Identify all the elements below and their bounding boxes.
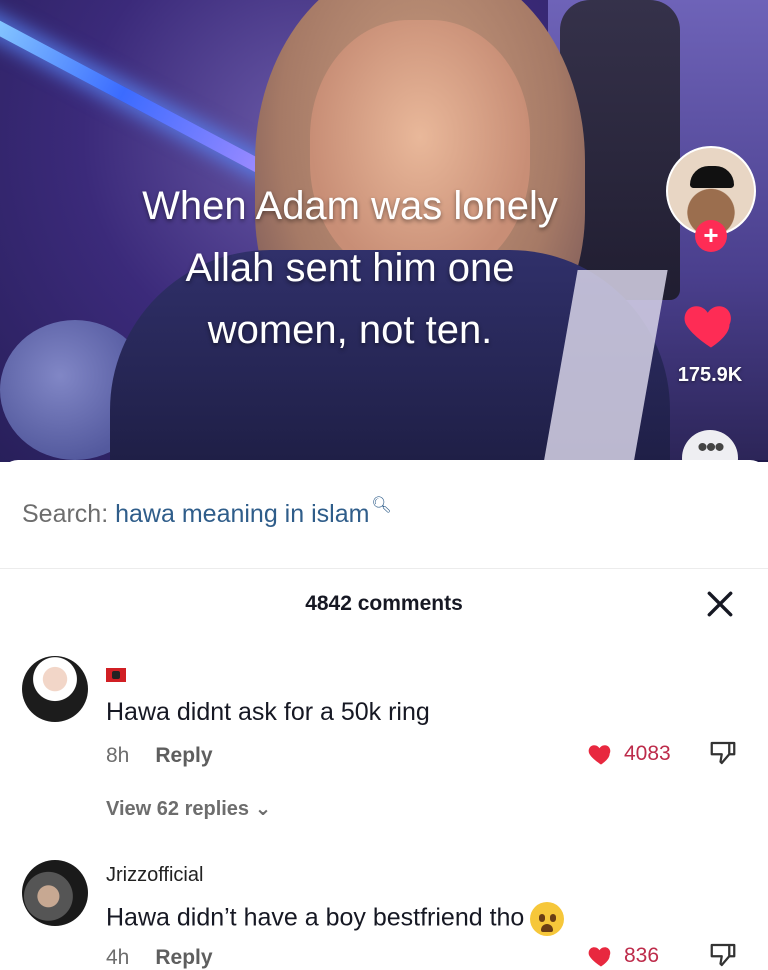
caption-line-2: Allah sent him one: [185, 246, 515, 290]
view-replies-button[interactable]: View 62 replies ⌄: [106, 796, 271, 821]
comments-sheet: Search: hawa meaning in islam 🔍︎ 4842 com…: [0, 460, 768, 969]
caption-line-3: women, not ten.: [207, 308, 493, 352]
search-label: Search:: [22, 500, 109, 528]
view-replies-label: View 62 replies: [106, 798, 250, 820]
comment-meta: 8h Reply: [106, 744, 213, 768]
flag-icon: [106, 668, 126, 682]
comment-time: 8h: [106, 744, 130, 767]
comments-count: 4842 comments: [305, 592, 463, 615]
reply-button[interactable]: Reply: [155, 744, 212, 767]
comment-like-button[interactable]: 4083: [586, 740, 671, 768]
comment-like-count: 836: [624, 944, 660, 967]
search-suggestion[interactable]: Search: hawa meaning in islam 🔍︎: [22, 497, 392, 529]
video-caption: When Adam was lonely Allah sent him one …: [70, 175, 630, 361]
video-player[interactable]: When Adam was lonely Allah sent him one …: [0, 0, 768, 462]
search-icon: 🔍︎: [371, 497, 392, 514]
follow-button[interactable]: +: [695, 220, 727, 252]
reply-button[interactable]: Reply: [155, 946, 212, 969]
dislike-icon[interactable]: [708, 738, 738, 768]
heart-icon: [588, 745, 611, 765]
comment-meta: 4h Reply: [106, 946, 213, 970]
crying-emoji-icon: [530, 902, 565, 936]
search-term-link[interactable]: hawa meaning in islam: [115, 500, 369, 528]
comment-like-button[interactable]: 836: [586, 942, 659, 970]
comment-text: Hawa didnt ask for a 50k ring: [106, 698, 430, 726]
divider: [0, 568, 768, 569]
close-icon[interactable]: [704, 588, 736, 620]
commenter-avatar[interactable]: [22, 656, 88, 722]
comment-username[interactable]: Jrizzofficial: [106, 864, 203, 887]
heart-icon: [588, 947, 611, 967]
commenter-avatar[interactable]: [22, 860, 88, 926]
comment-text-body: Hawa didn’t have a boy bestfriend tho: [106, 903, 525, 932]
like-count: 175.9K: [677, 364, 743, 386]
comment-time: 4h: [106, 946, 130, 969]
comment-text: Hawa didn’t have a boy bestfriend tho: [106, 902, 565, 936]
led-light-strip: [0, 10, 272, 178]
cap-icon: [690, 166, 734, 188]
caption-line-1: When Adam was lonely: [142, 184, 558, 228]
dislike-icon[interactable]: [708, 940, 738, 970]
creator-avatar[interactable]: +: [666, 146, 756, 252]
comment-like-count: 4083: [624, 742, 671, 765]
chevron-down-icon: ⌄: [254, 798, 272, 820]
heart-icon[interactable]: [681, 295, 741, 355]
